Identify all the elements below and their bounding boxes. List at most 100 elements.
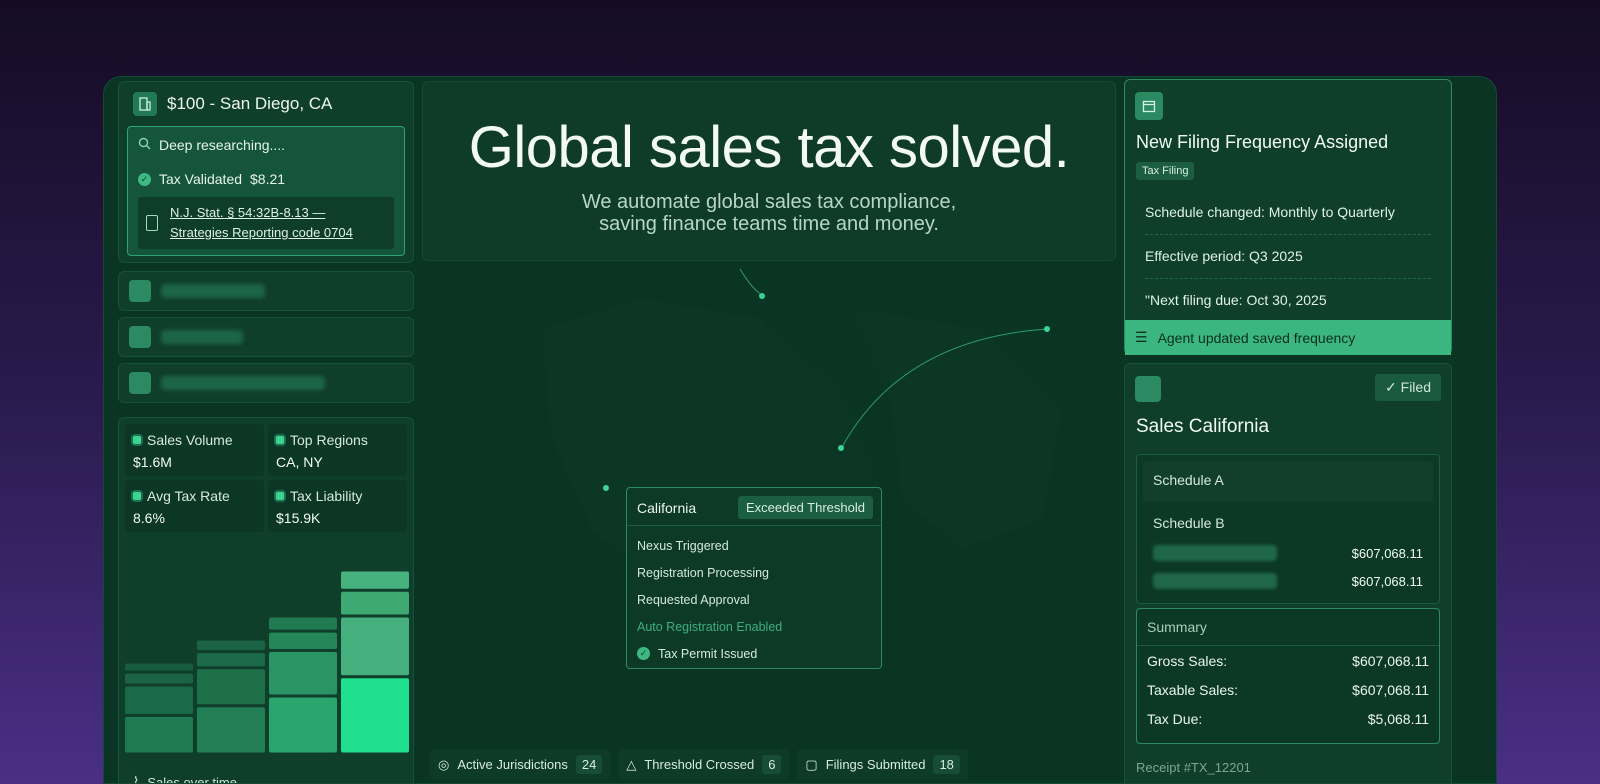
summary-label: Taxable Sales: — [1147, 681, 1239, 698]
filing-detail: Schedule changed: Monthly to Quarterly — [1145, 204, 1431, 235]
chart-bar-segment — [197, 707, 265, 753]
redacted-bar — [1153, 573, 1277, 589]
check-icon: ✓ — [1385, 379, 1397, 395]
stat-active-jurisdictions: ◎ Active Jurisdictions 24 — [430, 749, 611, 780]
skeleton-icon — [129, 372, 151, 394]
stat-label: Threshold Crossed — [644, 757, 755, 772]
globe-icon: ◎ — [438, 756, 450, 772]
receipt-number: Receipt #TX_12201 — [1136, 760, 1251, 775]
stats-panel: Sales Volume $1.6M Top Regions CA, NY Av… — [118, 417, 414, 784]
skeleton-bar — [161, 376, 325, 390]
validated-value: $8.21 — [250, 171, 286, 187]
validated-label: Tax Validated — [159, 171, 243, 187]
stat-count: 24 — [575, 755, 603, 774]
stat-filings-submitted: ▢ Filings Submitted 18 — [797, 749, 968, 780]
summary-row: Tax Due: $5,068.11 — [1137, 704, 1439, 733]
bullet-icon — [133, 436, 141, 444]
stat-value: 8.6% — [133, 510, 165, 526]
stat-top-regions: Top Regions CA, NY — [268, 424, 407, 476]
filed-label: Filed — [1400, 379, 1431, 395]
summary-row: Gross Sales: $607,068.11 — [1137, 646, 1439, 675]
chart-bar-segment — [341, 678, 409, 753]
app-stage: $100 - San Diego, CA Deep researching...… — [103, 76, 1497, 784]
skeleton-bar — [161, 284, 265, 298]
chart-bar-segment — [197, 669, 265, 705]
hero-panel: Global sales tax solved. We automate glo… — [422, 81, 1116, 261]
skeleton-icon — [129, 280, 151, 302]
chart-bar-segment — [269, 632, 337, 649]
filed-button[interactable]: ✓ Filed — [1375, 374, 1441, 401]
stat-value: $15.9K — [276, 510, 321, 526]
check-icon: ✓ — [138, 172, 151, 186]
schedule-line: $607,068.11 — [1137, 567, 1439, 595]
stat-sales-volume: Sales Volume $1.6M — [125, 424, 264, 476]
alert-icon: △ — [626, 756, 637, 772]
hero-subtitle-1: We automate global sales tax compliance, — [581, 191, 957, 213]
chart-bar-segment — [341, 617, 409, 676]
filing-tag: Tax Filing — [1136, 162, 1195, 180]
filing-detail: Effective period: Q3 2025 — [1145, 248, 1431, 279]
sales-california-card: ✓ Filed Sales California Schedule A Sche… — [1124, 363, 1452, 783]
redacted-bar — [1153, 545, 1277, 561]
schedule-amount: $607,068.11 — [1351, 545, 1423, 561]
chart-bar-segment — [269, 617, 337, 630]
document-icon — [146, 215, 158, 231]
chart-bar-segment — [197, 653, 265, 667]
map-point — [603, 485, 609, 491]
stat-value: $1.6M — [133, 454, 172, 470]
document-dollar-icon — [1135, 376, 1161, 402]
sales-title: Sales California — [1136, 416, 1270, 437]
citation-link[interactable]: N.J. Stat. § 54:32B-8.13 — Strategies Re… — [138, 197, 394, 249]
skeleton-bar — [161, 330, 243, 344]
step-label: Tax Permit Issued — [658, 646, 758, 661]
map-point — [1044, 326, 1050, 332]
summary-label: Tax Due: — [1147, 710, 1203, 727]
location-title: $100 - San Diego, CA — [167, 94, 333, 113]
location-card: $100 - San Diego, CA Deep researching...… — [118, 81, 414, 263]
summary-row: Taxable Sales: $607,068.11 — [1137, 675, 1439, 704]
stat-label: Active Jurisdictions — [457, 757, 568, 772]
agent-note: Agent updated saved frequency — [1157, 329, 1356, 346]
chart-bar-segment — [125, 663, 193, 671]
summary-box: Summary Gross Sales: $607,068.11 Taxable… — [1136, 608, 1440, 744]
chart-bar-segment — [125, 686, 193, 714]
step-item-complete: ✓ Tax Permit Issued — [637, 640, 871, 667]
chart-footer-label: Sales over time — [147, 774, 237, 784]
bottom-stats: ◎ Active Jurisdictions 24 △ Threshold Cr… — [430, 749, 968, 780]
filing-title: New Filing Frequency Assigned — [1136, 132, 1389, 152]
search-icon — [138, 137, 151, 153]
stat-label: Tax Liability — [290, 488, 363, 504]
state-name: California — [637, 499, 697, 516]
checklist-icon: ☰ — [1135, 329, 1148, 345]
chart-bar-segment — [341, 571, 409, 589]
bullet-icon — [133, 492, 141, 500]
stat-label: Top Regions — [290, 432, 368, 448]
map-point — [759, 293, 765, 299]
chart-bar-segment — [269, 652, 337, 695]
skeleton-row — [118, 271, 414, 311]
check-icon: ✓ — [637, 647, 650, 660]
schedule-box: Schedule A Schedule B $607,068.11 $607,0… — [1136, 454, 1440, 604]
stat-count: 18 — [933, 755, 960, 774]
bullet-icon — [276, 436, 284, 444]
chart-bar-segment — [125, 673, 193, 684]
schedule-b[interactable]: Schedule B — [1137, 507, 1439, 539]
stat-tax-liability: Tax Liability $15.9K — [268, 480, 407, 532]
citation-line-1[interactable]: N.J. Stat. § 54:32B-8.13 — — [170, 203, 353, 223]
chart-bar-segment — [269, 697, 337, 753]
agent-update-bar: ☰ Agent updated saved frequency — [1125, 320, 1451, 355]
summary-value: $607,068.11 — [1352, 652, 1429, 669]
chart-bar-segment — [197, 640, 265, 651]
step-item: Nexus Triggered — [637, 538, 729, 553]
step-item: Requested Approval — [637, 592, 750, 607]
skeleton-row — [118, 363, 414, 403]
filing-detail: "Next filing due: Oct 30, 2025 — [1145, 292, 1327, 308]
citation-line-2[interactable]: Strategies Reporting code 0704 — [170, 223, 353, 243]
schedule-a[interactable]: Schedule A — [1143, 461, 1433, 501]
hero-title: Global sales tax solved. — [468, 115, 1070, 180]
summary-title: Summary — [1137, 609, 1439, 646]
file-icon: ▢ — [805, 756, 818, 772]
filing-frequency-card: New Filing Frequency Assigned Tax Filing… — [1124, 79, 1452, 355]
status-badge: Exceeded Threshold — [737, 496, 873, 519]
skeleton-row — [118, 317, 414, 357]
